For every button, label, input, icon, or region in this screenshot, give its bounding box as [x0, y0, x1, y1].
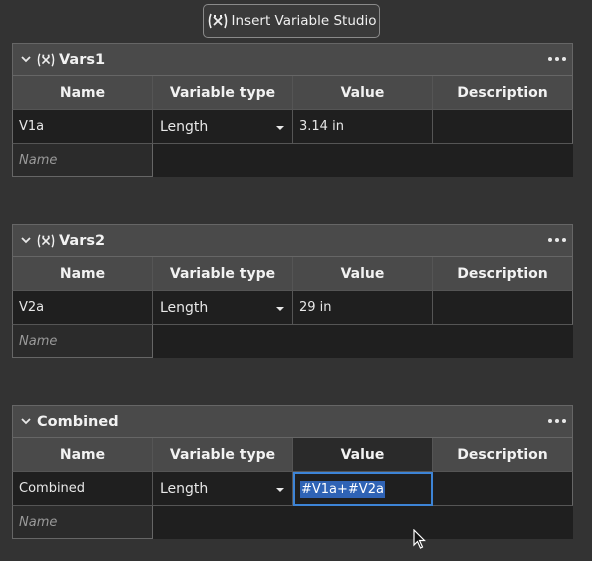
variable-type-value: Length — [160, 299, 209, 316]
column-header-name[interactable]: Name — [12, 257, 153, 291]
variable-type-select[interactable]: Length — [153, 291, 293, 325]
column-header-type[interactable]: Variable type — [153, 257, 293, 291]
variable-table-combined: Combined Name Variable type Value Descri… — [12, 405, 573, 539]
insert-variable-studio-button[interactable]: Insert Variable Studio — [203, 4, 380, 38]
variable-value-cell[interactable]: 29 in — [293, 291, 433, 325]
dropdown-caret-icon — [276, 125, 284, 130]
column-header-type[interactable]: Variable type — [153, 76, 293, 110]
column-header-row: Name Variable type Value Description — [12, 257, 573, 291]
variable-studio-icon — [35, 232, 57, 250]
variable-description-cell[interactable] — [433, 291, 573, 325]
column-header-type[interactable]: Variable type — [153, 438, 293, 472]
variable-type-select[interactable]: Length — [153, 472, 293, 506]
column-header-value[interactable]: Value — [293, 76, 433, 110]
add-row-empty — [153, 144, 573, 177]
variable-value-input[interactable]: #V1a+#V2a — [293, 472, 433, 506]
table-row: V1a Length 3.14 in — [12, 110, 573, 144]
variable-table-vars1: Vars1 Name Variable type Value Descripti… — [12, 43, 573, 177]
add-variable-row: Name — [12, 325, 573, 358]
variable-description-cell[interactable] — [433, 472, 573, 506]
more-options-icon[interactable] — [548, 233, 566, 247]
add-variable-row: Name — [12, 144, 573, 177]
variable-type-value: Length — [160, 480, 209, 497]
variable-studio-icon — [207, 12, 229, 30]
table-row: Combined Length #V1a+#V2a — [12, 472, 573, 506]
chevron-down-icon[interactable] — [19, 53, 33, 67]
selected-value-text: #V1a+#V2a — [300, 480, 385, 498]
column-header-value[interactable]: Value — [293, 257, 433, 291]
variable-type-value: Length — [160, 118, 209, 135]
add-variable-row: Name — [12, 506, 573, 539]
table-title: Vars1 — [59, 51, 106, 68]
chevron-down-icon[interactable] — [19, 415, 33, 429]
column-header-description[interactable]: Description — [433, 76, 573, 110]
variable-value-cell[interactable]: 3.14 in — [293, 110, 433, 144]
table-title: Vars2 — [59, 232, 106, 249]
mouse-cursor-icon — [413, 529, 426, 549]
column-header-name[interactable]: Name — [12, 76, 153, 110]
dropdown-caret-icon — [276, 306, 284, 311]
dropdown-caret-icon — [276, 487, 284, 492]
add-row-empty — [153, 506, 573, 539]
column-header-name[interactable]: Name — [12, 438, 153, 472]
chevron-down-icon[interactable] — [19, 234, 33, 248]
table-header: Vars1 — [12, 43, 573, 76]
table-header: Vars2 — [12, 224, 573, 257]
add-row-empty — [153, 325, 573, 358]
new-variable-name-input[interactable]: Name — [12, 144, 153, 177]
new-variable-name-input[interactable]: Name — [12, 325, 153, 358]
new-variable-name-input[interactable]: Name — [12, 506, 153, 539]
table-row: V2a Length 29 in — [12, 291, 573, 325]
column-header-description[interactable]: Description — [433, 438, 573, 472]
table-title: Combined — [37, 413, 119, 430]
variable-table-vars2: Vars2 Name Variable type Value Descripti… — [12, 224, 573, 358]
more-options-icon[interactable] — [548, 414, 566, 428]
column-header-row: Name Variable type Value Description — [12, 438, 573, 472]
variable-name-cell[interactable]: V1a — [12, 110, 153, 144]
column-header-description[interactable]: Description — [433, 257, 573, 291]
variable-studio-icon — [35, 51, 57, 69]
variable-name-cell[interactable]: Combined — [12, 472, 153, 506]
table-header: Combined — [12, 405, 573, 438]
column-header-row: Name Variable type Value Description — [12, 76, 573, 110]
more-options-icon[interactable] — [548, 52, 566, 66]
variable-description-cell[interactable] — [433, 110, 573, 144]
variable-name-cell[interactable]: V2a — [12, 291, 153, 325]
insert-variable-studio-label: Insert Variable Studio — [231, 13, 377, 29]
variable-type-select[interactable]: Length — [153, 110, 293, 144]
column-header-value[interactable]: Value — [293, 438, 433, 472]
